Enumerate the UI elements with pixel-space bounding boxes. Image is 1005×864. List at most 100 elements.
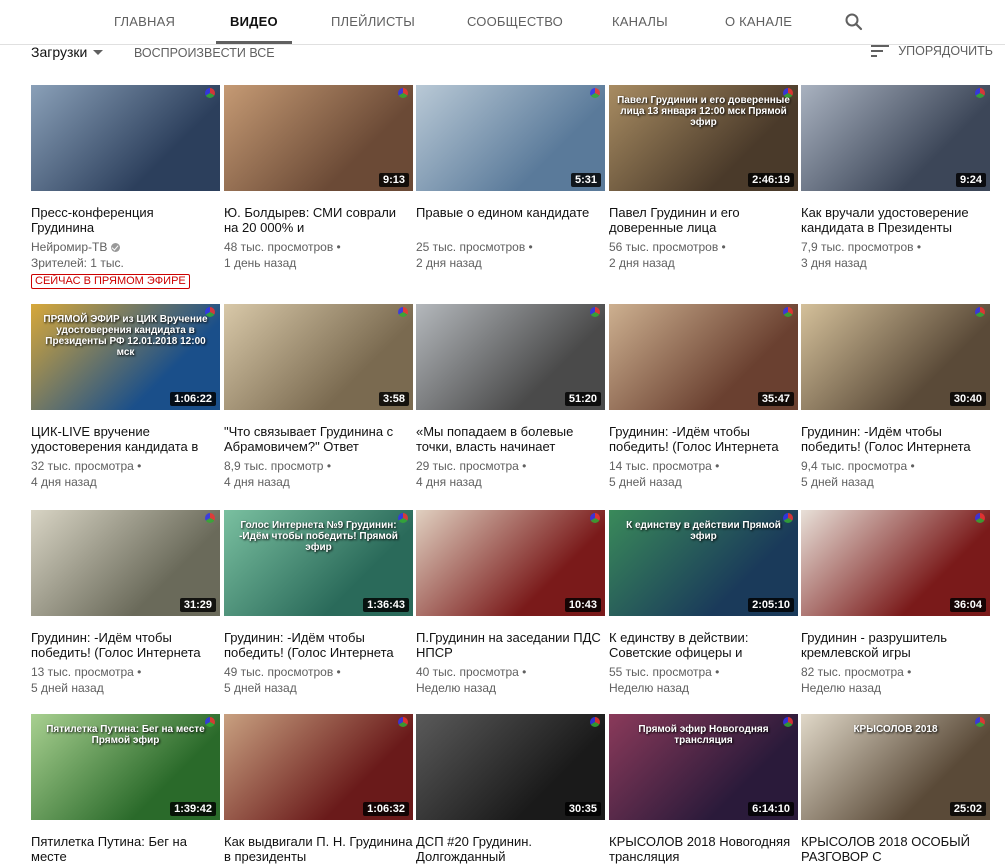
video-thumbnail[interactable]: Павел Грудинин и его доверенные лица 13 …	[609, 85, 798, 191]
video-title[interactable]: Пятилетка Путина: Бег на месте	[31, 834, 220, 864]
tab-playlists[interactable]: ПЛЕЙЛИСТЫ	[331, 0, 415, 44]
video-title[interactable]: П.Грудинин на заседании ПДС НПСР	[416, 630, 605, 660]
video-title[interactable]: Как вручали удостоверение кандидата в Пр…	[801, 205, 990, 235]
video-views: 55 тыс. просмотра •	[609, 665, 720, 679]
video-thumbnail[interactable]: 9:13	[224, 85, 413, 191]
video-views: 25 тыс. просмотров •	[416, 240, 533, 254]
sort-button[interactable]: УПОРЯДОЧИТЬ	[871, 44, 993, 58]
video-views: 32 тыс. просмотра •	[31, 459, 142, 473]
video-duration: 5:31	[570, 173, 601, 187]
video-duration: 9:13	[378, 173, 409, 187]
video-thumbnail[interactable]: 10:43	[416, 510, 605, 616]
video-thumbnail[interactable]: 5:31	[416, 85, 605, 191]
channel-watermark-icon	[975, 307, 985, 317]
video-title[interactable]: Ю. Болдырев: СМИ соврали на 20 000% и	[224, 205, 413, 235]
live-viewers: Зрителей: 1 тыс.	[31, 256, 124, 270]
video-card[interactable]: Голос Интернета №9 Грудинин: -Идём чтобы…	[224, 510, 413, 696]
tab-videos[interactable]: ВИДЕО	[216, 0, 292, 44]
video-card[interactable]: 30:35 ДСП #20 Грудинин. Долгожданный	[416, 714, 605, 864]
video-card[interactable]: 10:43 П.Грудинин на заседании ПДС НПСР 40 …	[416, 510, 605, 696]
video-title[interactable]: ЦИК-LIVE вручение удостоверения кандидат…	[31, 424, 220, 454]
video-card[interactable]: 51:20 «Мы попадаем в болевые точки, власт…	[416, 304, 605, 490]
video-duration: 3:58	[378, 392, 409, 406]
video-title[interactable]: Грудинин - разрушитель кремлевской игры	[801, 630, 990, 660]
video-card[interactable]: 35:47 Грудинин: -Идём чтобы победить! (Го…	[609, 304, 798, 490]
tab-about[interactable]: О КАНАЛЕ	[725, 0, 792, 44]
video-views: 7,9 тыс. просмотров •	[801, 240, 922, 254]
channel-watermark-icon	[398, 307, 408, 317]
video-title[interactable]: К единству в действии: Советские офицеры…	[609, 630, 798, 660]
channel-watermark-icon	[398, 717, 408, 727]
video-duration: 1:39:42	[170, 802, 216, 816]
video-card[interactable]: 9:13 Ю. Болдырев: СМИ соврали на 20 000% …	[224, 85, 413, 271]
video-title[interactable]: Грудинин: -Идём чтобы победить! (Голос И…	[31, 630, 220, 660]
video-card[interactable]: Павел Грудинин и его доверенные лица 13 …	[609, 85, 798, 271]
video-title[interactable]: КРЫСОЛОВ 2018 ОСОБЫЙ РАЗГОВОР С	[801, 834, 990, 864]
video-age: 2 дня назад	[416, 256, 482, 270]
video-card[interactable]: 3:58 "Что связывает Грудинина с Абрамович…	[224, 304, 413, 490]
video-thumbnail[interactable]: КРЫСОЛОВ 2018 25:02	[801, 714, 990, 820]
video-thumbnail[interactable]: 36:04	[801, 510, 990, 616]
video-title[interactable]: КРЫСОЛОВ 2018 Новогодняя трансляция	[609, 834, 798, 864]
video-card[interactable]: К единству в действии Прямой эфир 2:05:10…	[609, 510, 798, 696]
video-title[interactable]: "Что связывает Грудинина с Абрамовичем?"…	[224, 424, 413, 454]
video-card[interactable]: 30:40 Грудинин: -Идём чтобы победить! (Го…	[801, 304, 990, 490]
video-duration: 1:06:22	[170, 392, 216, 406]
tab-community[interactable]: СООБЩЕСТВО	[467, 0, 563, 44]
video-thumbnail[interactable]: 30:40	[801, 304, 990, 410]
video-thumbnail[interactable]: ПРЯМОЙ ЭФИР из ЦИК Вручение удостоверени…	[31, 304, 220, 410]
thumbnail-caption: Павел Грудинин и его доверенные лица 13 …	[617, 95, 790, 128]
search-icon[interactable]	[844, 12, 864, 32]
video-card[interactable]: Прямой эфир Новогодняя трансляция 6:14:10…	[609, 714, 798, 864]
video-thumbnail[interactable]: 51:20	[416, 304, 605, 410]
video-title[interactable]: ДСП #20 Грудинин. Долгожданный	[416, 834, 605, 864]
video-title[interactable]: Правые о едином кандидате	[416, 205, 605, 235]
video-card[interactable]: Пятилетка Путина: Бег на месте Прямой эф…	[31, 714, 220, 864]
video-thumbnail[interactable]: К единству в действии Прямой эфир 2:05:10	[609, 510, 798, 616]
video-thumbnail[interactable]: 3:58	[224, 304, 413, 410]
video-card[interactable]: 36:04 Грудинин - разрушитель кремлевской …	[801, 510, 990, 696]
view-count: 7,9 тыс. просмотров	[801, 240, 914, 254]
video-card[interactable]: ПРЯМОЙ ЭФИР из ЦИК Вручение удостоверени…	[31, 304, 220, 490]
video-thumbnail[interactable]: Пятилетка Путина: Бег на месте Прямой эф…	[31, 714, 220, 820]
video-card[interactable]: 1:06:32 Как выдвигали П. Н. Грудинина в п…	[224, 714, 413, 864]
video-card[interactable]: 9:24 Как вручали удостоверение кандидата …	[801, 85, 990, 271]
video-title[interactable]: Грудинин: -Идём чтобы победить! (Голос И…	[609, 424, 798, 454]
video-age: 2 дня назад	[609, 256, 675, 270]
uploads-dropdown[interactable]: Загрузки	[31, 44, 104, 62]
channel-watermark-icon	[590, 513, 600, 523]
video-thumbnail[interactable]: 35:47	[609, 304, 798, 410]
video-views: 82 тыс. просмотра •	[801, 665, 912, 679]
thumbnail-caption: Голос Интернета №9 Грудинин: -Идём чтобы…	[239, 520, 398, 553]
video-card[interactable]: 5:31 Правые о едином кандидате 25 тыс. про…	[416, 85, 605, 271]
video-thumbnail[interactable]	[31, 85, 220, 191]
view-count: 29 тыс. просмотра	[416, 459, 519, 473]
chevron-down-icon	[93, 50, 104, 55]
video-controls: Загрузки ВОСПРОИЗВЕСТИ ВСЕ УПОРЯДОЧИТЬ	[0, 44, 1005, 80]
video-thumbnail[interactable]: 9:24	[801, 85, 990, 191]
video-thumbnail[interactable]: Прямой эфир Новогодняя трансляция 6:14:10	[609, 714, 798, 820]
video-thumbnail[interactable]: Голос Интернета №9 Грудинин: -Идём чтобы…	[224, 510, 413, 616]
video-thumbnail[interactable]: 31:29	[31, 510, 220, 616]
play-all-button[interactable]: ВОСПРОИЗВЕСТИ ВСЕ	[134, 46, 275, 60]
video-title[interactable]: Грудинин: -Идём чтобы победить! (Голос И…	[224, 630, 413, 660]
video-thumbnail[interactable]: 1:06:32	[224, 714, 413, 820]
tab-channels[interactable]: КАНАЛЫ	[612, 0, 668, 44]
channel-watermark-icon	[590, 717, 600, 727]
channel-watermark-icon	[398, 88, 408, 98]
channel-name[interactable]: Нейромир-ТВ	[31, 239, 220, 255]
video-card[interactable]: КРЫСОЛОВ 2018 25:02 КРЫСОЛОВ 2018 ОСОБЫЙ Р…	[801, 714, 990, 864]
video-title[interactable]: Как выдвигали П. Н. Грудинина в президен…	[224, 834, 413, 864]
video-card[interactable]: Пресс-конференция Грудинина Нейромир-ТВ Зр…	[31, 85, 220, 289]
video-title[interactable]: Пресс-конференция Грудинина	[31, 205, 220, 235]
video-title[interactable]: Грудинин: -Идём чтобы победить! (Голос И…	[801, 424, 990, 454]
video-title[interactable]: Павел Грудинин и его доверенные лица	[609, 205, 798, 235]
video-card[interactable]: 31:29 Грудинин: -Идём чтобы победить! (Го…	[31, 510, 220, 696]
sort-label: УПОРЯДОЧИТЬ	[898, 44, 993, 58]
thumbnail-caption: К единству в действии Прямой эфир	[626, 520, 781, 542]
tab-home[interactable]: ГЛАВНАЯ	[114, 0, 175, 44]
video-duration: 1:36:43	[363, 598, 409, 612]
video-duration: 31:29	[179, 598, 216, 612]
video-thumbnail[interactable]: 30:35	[416, 714, 605, 820]
video-title[interactable]: «Мы попадаем в болевые точки, власть нач…	[416, 424, 605, 454]
